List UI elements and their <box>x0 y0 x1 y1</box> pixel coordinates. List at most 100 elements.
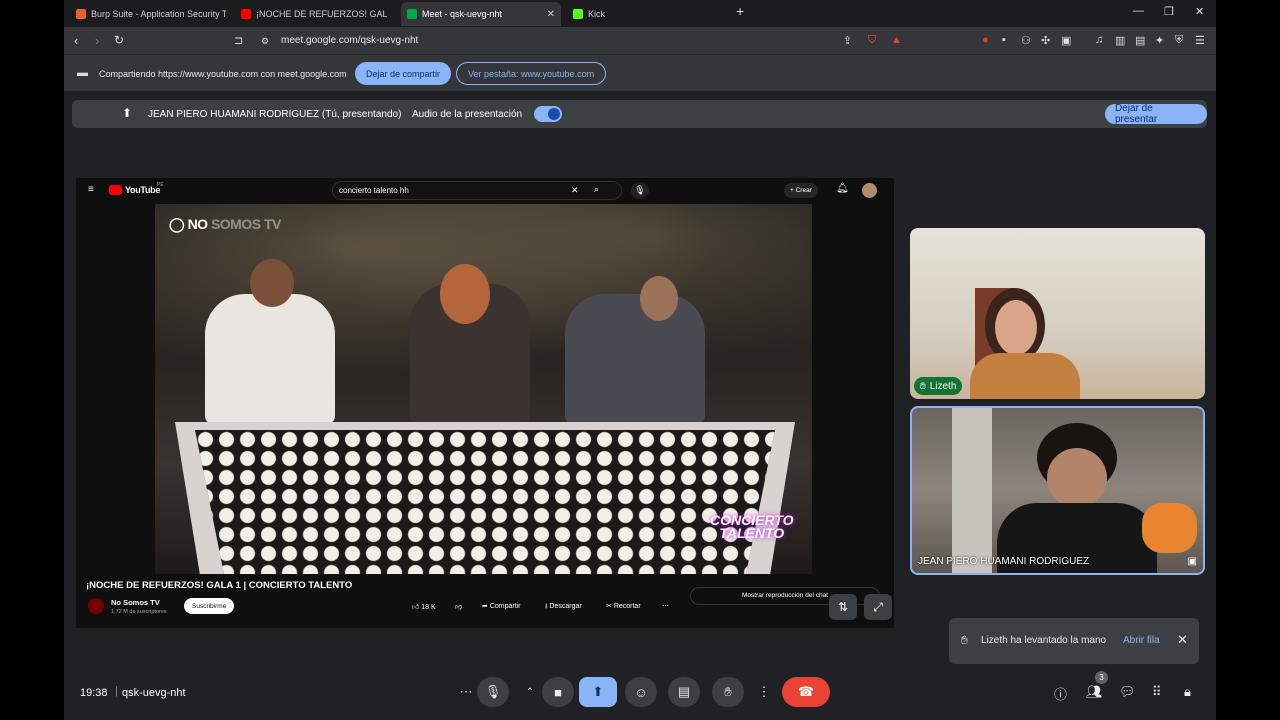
video-player[interactable]: ◯ NO SOMOS TV CONCIERTO TALENTO <box>155 204 812 574</box>
site-info-icon[interactable]: ⚙ <box>261 36 269 47</box>
channel-avatar[interactable] <box>88 598 104 614</box>
tab-title: Meet - qsk-uevg-nht <box>422 9 503 19</box>
url-field[interactable]: meet.google.com/qsk-uevg-nht <box>281 35 418 46</box>
microphone-button[interactable]: 🎙︎ <box>477 677 509 707</box>
view-tab-button[interactable]: Ver pestaña: www.youtube.com <box>456 62 607 85</box>
reload-icon[interactable]: ↻ <box>114 33 124 47</box>
share-label: Compartir <box>489 603 521 610</box>
extension-icon[interactable]: ⚇ <box>1021 34 1031 47</box>
back-icon[interactable]: ‹ <box>74 33 78 48</box>
youtube-icon <box>241 9 251 19</box>
share-button[interactable]: ➦ Compartir <box>482 602 521 610</box>
concierto-talento-logo: CONCIERTO TALENTO <box>710 513 794 540</box>
leave-call-button[interactable]: ☎ <box>782 677 830 707</box>
search-icon[interactable]: ⌕ <box>594 184 599 195</box>
sidebar-icon[interactable]: ▥ <box>1115 34 1125 47</box>
meeting-time: 19:38 <box>80 687 108 699</box>
notifications-icon[interactable]: 🔔︎ <box>836 183 849 194</box>
voice-search-icon[interactable]: 🎙︎ <box>631 182 649 199</box>
bookmark-icon[interactable]: ⊐ <box>234 34 243 47</box>
close-icon[interactable]: ✕ <box>1177 632 1188 648</box>
clear-search-icon[interactable]: ✕ <box>571 185 579 196</box>
extension-icon[interactable]: ▪ <box>1002 34 1006 46</box>
brave-shield-icon[interactable]: ⛉ <box>868 34 876 47</box>
download-label: Descargar <box>549 603 582 610</box>
hamburger-icon[interactable]: ≡ <box>88 184 94 195</box>
chat-icon[interactable]: 💬︎ <box>1119 684 1136 700</box>
menu-icon[interactable]: ☰ <box>1195 34 1205 47</box>
captions-button[interactable]: ▤ <box>668 677 700 707</box>
youtube-logo-icon[interactable] <box>109 185 122 195</box>
youtube-search-input[interactable]: concierto talento hh <box>339 186 409 195</box>
extension-icon[interactable]: ✣ <box>1041 34 1050 47</box>
stop-sharing-button[interactable]: Dejar de compartir <box>355 62 452 85</box>
avatar[interactable] <box>862 183 877 198</box>
camera-button[interactable]: ■ <box>542 677 574 707</box>
separator: | <box>115 685 118 697</box>
reactions-button[interactable]: ☺ <box>625 677 657 707</box>
more-actions-icon[interactable]: ⋯ <box>662 602 669 610</box>
person-right <box>565 294 705 424</box>
clip-label: Recortar <box>613 603 641 610</box>
dislike-icon[interactable]: 👎︎ <box>455 602 462 611</box>
download-button[interactable]: ⭳ Descargar <box>545 602 582 613</box>
tab-burp[interactable]: Burp Suite - Application Security Testi <box>70 2 226 26</box>
share-page-icon[interactable]: ⇪ <box>843 34 852 47</box>
raise-hand-button[interactable]: ✋︎ <box>712 677 744 707</box>
subscribe-button[interactable]: Suscribirme <box>184 598 235 614</box>
more-options-icon[interactable]: ⋮ <box>748 677 780 707</box>
tab-kick[interactable]: Kick <box>567 2 717 26</box>
minimize-icon[interactable]: — <box>1133 5 1144 17</box>
activities-icon[interactable]: ⠿ <box>1152 684 1162 700</box>
raised-hand-icon: ✋︎ <box>920 380 926 392</box>
like-button[interactable]: 👍︎ 18 K <box>412 602 436 611</box>
fullscreen-icon[interactable]: ⤢ <box>864 594 892 620</box>
participant-name-chip: ✋︎ Lizeth <box>914 377 963 395</box>
leo-icon[interactable]: ✦ <box>1155 34 1164 47</box>
presentation-audio-toggle[interactable] <box>534 106 562 122</box>
presenter-name: JEAN PIERO HUAMANI RODRIGUEZ (Tú, presen… <box>148 109 402 120</box>
participant-name: Lizeth <box>929 380 957 392</box>
open-queue-link[interactable]: Abrir fila <box>1123 635 1160 646</box>
people-icon[interactable]: 👥︎ <box>1086 684 1103 700</box>
tab-youtube[interactable]: ¡NOCHE DE REFUERZOS! GALA 1 <box>235 2 387 26</box>
swap-icon[interactable]: ⇅ <box>829 594 857 620</box>
meet-window: Burp Suite - Application Security Testi … <box>64 0 1216 720</box>
forward-icon[interactable]: › <box>95 33 99 48</box>
presenting-bar: ⬆ JEAN PIERO HUAMANI RODRIGUEZ (Tú, pres… <box>72 100 1207 128</box>
shared-screen: ≡ YouTube PE concierto talento hh ✕ ⌕ 🎙︎… <box>76 178 894 628</box>
window-close-icon[interactable]: ✕ <box>1195 5 1204 18</box>
host-controls-icon[interactable]: 🔒︎ <box>1184 684 1191 700</box>
present-screen-icon: ⬆ <box>122 106 133 120</box>
participant-tile-lizeth[interactable]: ✋︎ Lizeth <box>910 228 1205 399</box>
brave-rewards-icon[interactable]: ▲ <box>891 34 902 46</box>
participant-tile-self[interactable]: JEAN PIERO HUAMANI RODRIGUEZ ▣ <box>910 406 1205 575</box>
address-bar: ‹ › ↻ ⊐ ⚙ meet.google.com/qsk-uevg-nht ⇪… <box>64 27 1216 54</box>
extension-icon[interactable]: ▣ <box>1061 34 1071 47</box>
tab-meet[interactable]: Meet - qsk-uevg-nht ✕ <box>401 2 561 26</box>
notification-text: Lizeth ha levantado la mano <box>981 635 1107 646</box>
channel-name[interactable]: No Somos TV <box>111 598 160 607</box>
presentation-audio-label: Audio de la presentación <box>412 109 523 120</box>
restore-icon[interactable]: ❐ <box>1164 5 1174 18</box>
wallet-icon[interactable]: ▤ <box>1135 34 1145 47</box>
pin-icon[interactable]: ▣ <box>1188 556 1197 567</box>
head-center <box>440 264 490 324</box>
youtube-logo-text[interactable]: YouTube <box>125 185 160 195</box>
present-button[interactable]: ⬆ <box>579 677 617 707</box>
head-right <box>640 276 678 321</box>
youtube-search-box[interactable]: concierto talento hh ✕ ⌕ <box>332 181 622 200</box>
youtube-header: ≡ YouTube PE concierto talento hh ✕ ⌕ 🎙︎… <box>76 178 894 203</box>
kick-icon <box>573 9 583 19</box>
vpn-icon[interactable]: ⛨ <box>1175 34 1183 47</box>
new-tab-icon[interactable]: + <box>736 3 744 19</box>
media-icon[interactable]: ♫ <box>1095 34 1103 46</box>
extension-icon[interactable]: ● <box>982 34 989 46</box>
participant-shirt <box>970 353 1080 399</box>
clip-button[interactable]: ✂ Recortar <box>606 602 641 610</box>
create-button[interactable]: + Crear <box>784 183 818 198</box>
close-icon[interactable]: ✕ <box>547 9 555 20</box>
stop-presenting-button[interactable]: Dejar de presentar <box>1105 103 1207 125</box>
meeting-details-icon[interactable]: ⓘ <box>1054 684 1067 703</box>
participant-name: JEAN PIERO HUAMANI RODRIGUEZ <box>918 556 1090 567</box>
